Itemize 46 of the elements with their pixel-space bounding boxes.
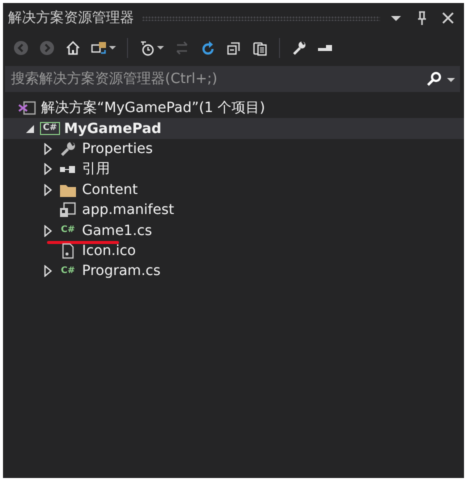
tree-item-label: Game1.cs (81, 222, 152, 239)
tree-item-label: app.manifest (81, 202, 174, 218)
tree-item[interactable]: 引用 (3, 159, 464, 180)
expanded-arrow-icon[interactable] (25, 124, 35, 134)
tree-item-label: 解决方案“MyGamePad”(1 个项目) (40, 99, 266, 118)
manifest-icon (59, 202, 77, 218)
csharp-icon: C# (40, 122, 60, 136)
search-input[interactable]: 搜索解决方案资源管理器(Ctrl+;) (9, 71, 426, 87)
sync-view-icon (91, 40, 107, 56)
collapsed-arrow-icon[interactable] (43, 163, 53, 176)
collapsed-arrow-icon[interactable] (43, 224, 53, 237)
forward-icon (39, 40, 55, 56)
tree-item[interactable]: app.manifest (3, 200, 464, 220)
csharp-icon: C# (60, 266, 76, 276)
tree-item[interactable]: C# Program.cs (3, 261, 464, 282)
wrench-icon (291, 40, 307, 56)
window-title: 解决方案资源管理器 (8, 9, 134, 27)
tree-item-label: Content (81, 182, 138, 198)
collapsed-arrow-icon[interactable] (43, 142, 53, 155)
home-icon (65, 40, 81, 56)
tree-item[interactable]: Icon.ico (3, 240, 464, 262)
collapsed-arrow-icon[interactable] (43, 265, 53, 278)
collapse-all-icon (226, 40, 242, 56)
tree-item[interactable]: 解决方案“MyGamePad”(1 个项目) (3, 98, 464, 118)
collapsed-arrow-icon[interactable] (43, 184, 53, 196)
tree-item-label: Program.cs (81, 263, 161, 280)
tree-item-label: Properties (81, 140, 153, 157)
swap-arrows-icon (174, 40, 190, 56)
tree-item[interactable]: C# Game1.cs (3, 220, 464, 241)
tree-item[interactable]: Properties (3, 138, 464, 160)
search-field[interactable]: 搜索解决方案资源管理器(Ctrl+;) (5, 66, 460, 92)
tree-item-label: MyGamePad (63, 120, 162, 137)
tree-item-label: Icon.ico (81, 242, 136, 259)
refresh-icon (200, 40, 216, 56)
caret-icon[interactable] (109, 46, 116, 50)
tree-item[interactable]: C# MyGamePad (3, 118, 464, 139)
clipboard-icon (252, 40, 268, 56)
tree-item[interactable]: Content (3, 180, 464, 200)
wrench-icon (59, 140, 77, 157)
csharp-icon: C# (60, 226, 76, 236)
tree-item-label: 引用 (81, 160, 110, 178)
solution-icon (18, 100, 36, 116)
caret-icon[interactable] (157, 46, 164, 50)
clock-icon (139, 40, 155, 56)
back-icon (13, 40, 29, 56)
close-icon[interactable] (440, 10, 456, 26)
